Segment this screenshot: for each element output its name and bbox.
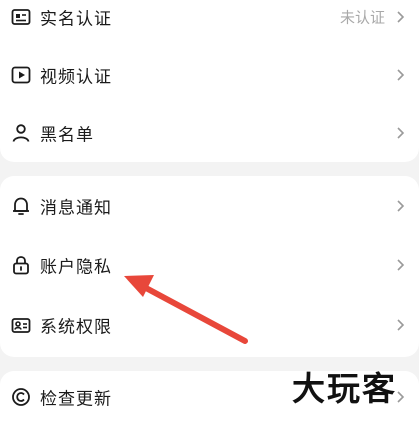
video-play-icon [11,66,31,84]
settings-item-label: 黑名单 [40,125,94,146]
verification-status: 未认证 [339,8,385,27]
chevron-right-icon [397,127,405,139]
settings-item-label: 检查更新 [40,389,112,410]
chevron-right-icon [397,69,405,81]
settings-item-notifications[interactable]: 消息通知 [0,177,419,235]
permission-icon [11,318,31,333]
chevron-right-icon [397,200,405,212]
settings-item-real-name[interactable]: 实名认证 未认证 [0,0,419,46]
lock-icon [13,256,29,275]
id-card-icon [11,9,31,25]
settings-item-video-verification[interactable]: 视频认证 [0,46,419,104]
settings-item-system-permissions[interactable]: 系统权限 [0,296,419,354]
chevron-right-icon [397,259,405,271]
settings-item-blacklist[interactable]: 黑名单 [0,104,419,162]
bell-icon [13,197,29,215]
chevron-right-icon [397,11,405,23]
settings-item-account-privacy[interactable]: 账户隐私 [0,236,419,294]
settings-item-label: 系统权限 [40,317,112,338]
chevron-right-icon [397,319,405,331]
settings-item-label: 实名认证 [40,9,112,30]
watermark: 大玩客 [292,369,397,408]
refresh-copyright-icon [12,388,30,406]
settings-item-label: 视频认证 [40,67,112,88]
settings-item-label: 账户隐私 [40,257,112,278]
person-icon [12,124,30,142]
settings-item-label: 消息通知 [40,198,112,219]
